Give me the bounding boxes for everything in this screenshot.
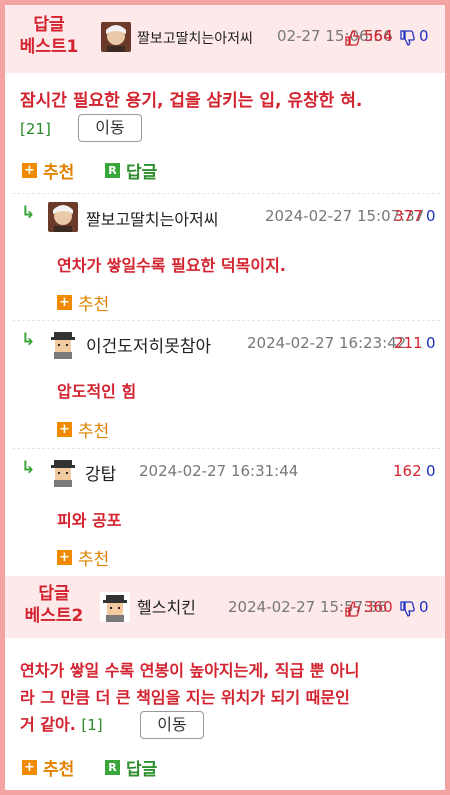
thumb-up-icon[interactable] — [344, 30, 360, 46]
reply-r-icon: R — [105, 760, 120, 775]
recommend-button[interactable]: + 추천 — [57, 290, 109, 315]
avatar-image — [48, 457, 78, 487]
reply-arrow-icon: ↳ — [21, 458, 36, 478]
downvote-count: 0 — [426, 207, 436, 225]
reply-arrow-icon: ↳ — [21, 330, 36, 350]
thumb-down-icon[interactable] — [399, 601, 415, 617]
reply-body: 압도적인 힘 — [57, 382, 137, 401]
avatar[interactable] — [48, 457, 78, 487]
best1-tag: 답글 베스트1 — [19, 15, 79, 57]
reply-count: [21] — [20, 120, 51, 138]
recommend-label: 추천 — [78, 295, 110, 315]
avatar-image — [101, 22, 131, 52]
plus-box-icon: + — [57, 422, 72, 437]
divider — [12, 193, 440, 194]
move-button[interactable]: 이동 — [140, 711, 204, 739]
downvote-count: 0 — [426, 334, 436, 352]
recommend-button[interactable]: + 추천 — [57, 545, 109, 570]
move-button[interactable]: 이동 — [78, 114, 142, 142]
avatar[interactable] — [100, 592, 130, 622]
author-nickname[interactable]: 짤보고딸치는아저씨 — [137, 28, 253, 48]
recommend-button[interactable]: + 추천 — [22, 755, 74, 780]
plus-box-icon: + — [22, 760, 37, 775]
avatar-image — [48, 202, 78, 232]
author-nickname[interactable]: 헬스치킨 — [137, 594, 196, 618]
author-nickname[interactable]: 짤보고딸치는아저씨 — [86, 206, 218, 230]
divider — [12, 320, 440, 321]
reply-label: 답글 — [126, 163, 158, 183]
upvote-count: 564 — [364, 27, 393, 45]
best2-body: 연차가 쌓일 수록 연봉이 높아지는게, 직급 뿐 아니 라 그 만큼 더 큰 … — [20, 661, 360, 707]
upvote-count: 211 — [394, 334, 423, 352]
best2-body-last-line: 거 같아. [1] — [20, 715, 103, 734]
avatar[interactable] — [101, 22, 131, 52]
plus-box-icon: + — [57, 295, 72, 310]
downvote-count: 0 — [419, 598, 429, 616]
avatar[interactable] — [48, 329, 78, 359]
reply-body: 피와 공포 — [57, 511, 122, 530]
upvote-count: 360 — [364, 598, 393, 616]
avatar-image — [100, 592, 130, 622]
reply-count: [1] — [81, 716, 103, 734]
reply-button[interactable]: R 답글 — [105, 755, 157, 780]
downvote-count: 0 — [419, 27, 429, 45]
reply-button[interactable]: R 답글 — [105, 158, 157, 183]
thumb-up-icon[interactable] — [344, 601, 360, 617]
divider — [12, 448, 440, 449]
comment-date: 2024-02-27 16:23:42 — [247, 334, 407, 352]
upvote-count: 162 — [393, 462, 422, 480]
recommend-label: 추천 — [78, 422, 110, 442]
best2-tag: 답글 베스트2 — [24, 584, 84, 626]
upvote-count: 377 — [394, 207, 423, 225]
comment-date: 2024-02-27 16:31:44 — [139, 462, 299, 480]
avatar-image — [48, 329, 78, 359]
recommend-button[interactable]: + 추천 — [57, 417, 109, 442]
recommend-button[interactable]: + 추천 — [22, 158, 74, 183]
thumb-down-icon[interactable] — [399, 30, 415, 46]
author-nickname[interactable]: 강탑 — [85, 460, 116, 485]
recommend-label: 추천 — [78, 550, 110, 570]
recommend-label: 추천 — [43, 760, 75, 780]
reply-r-icon: R — [105, 163, 120, 178]
reply-label: 답글 — [126, 760, 158, 780]
author-nickname[interactable]: 이건도저히못참아 — [86, 332, 211, 357]
reply-arrow-icon: ↳ — [21, 203, 36, 223]
best1-body: 잠시간 필요한 용기, 겁을 삼키는 입, 유창한 혀. — [20, 91, 363, 111]
plus-box-icon: + — [22, 163, 37, 178]
avatar[interactable] — [48, 202, 78, 232]
reply-body: 연차가 쌓일수록 필요한 덕목이지. — [57, 256, 286, 275]
plus-box-icon: + — [57, 550, 72, 565]
downvote-count: 0 — [426, 462, 436, 480]
recommend-label: 추천 — [43, 163, 75, 183]
